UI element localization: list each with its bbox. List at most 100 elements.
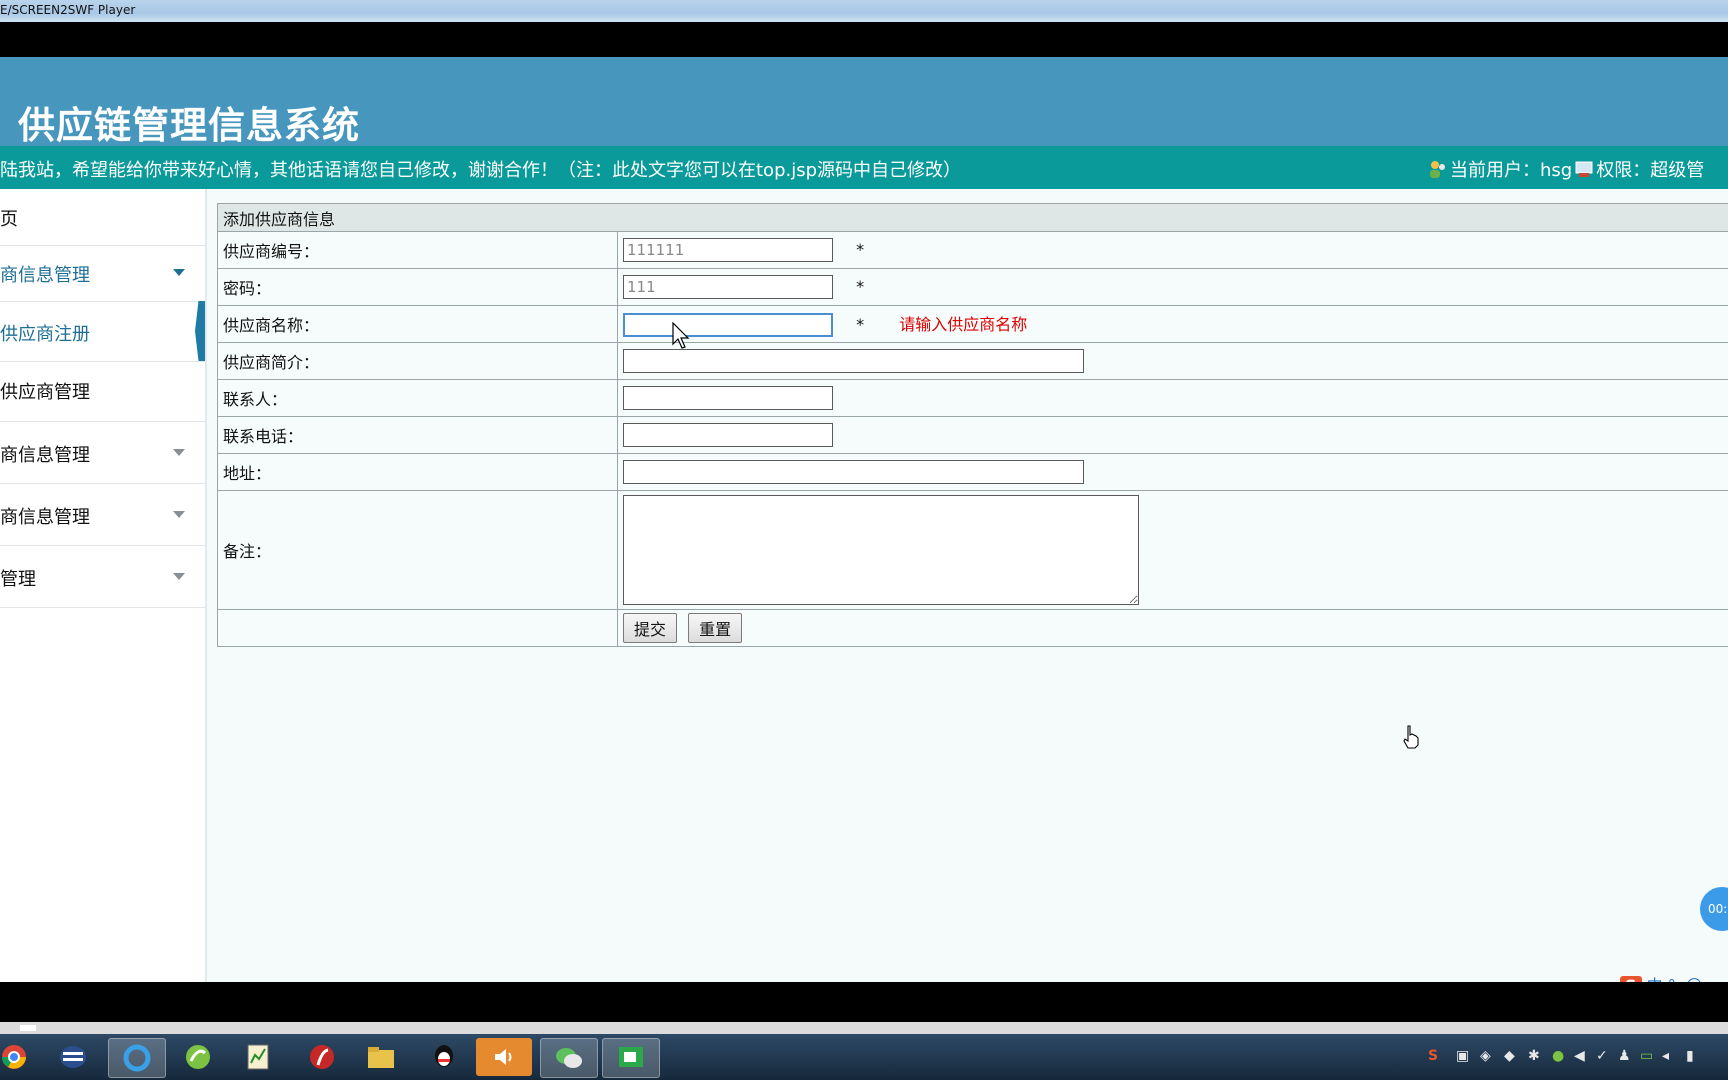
wechat-tray-icon[interactable]: ●: [1552, 1048, 1564, 1064]
taskbar: S ▣ ◈ ◆ ✱ ● ◀ ✓ ♟ ▭ ◂ ▮: [0, 1034, 1728, 1080]
field-cell: *: [617, 231, 1728, 269]
sidebar-item-home[interactable]: 页: [0, 189, 205, 246]
sidebar-item-label: 商信息管理: [0, 265, 90, 286]
letterbox-top: [0, 22, 1728, 57]
sidebar-item-label: 管理: [0, 569, 36, 590]
settings-icon[interactable]: ✱: [1528, 1048, 1540, 1064]
sidebar-item-supplier-manage[interactable]: 供应商管理: [0, 361, 205, 422]
form-row: 备注：: [217, 490, 1728, 610]
field-cell: [617, 379, 1728, 417]
chart-app-icon[interactable]: [230, 1038, 286, 1076]
flash-icon[interactable]: [294, 1038, 350, 1076]
form-row: 供应商简介：: [217, 342, 1728, 380]
chrome-icon[interactable]: [0, 1038, 42, 1076]
hand-cursor-icon: [1403, 725, 1419, 749]
field-label: 密码：: [217, 268, 618, 306]
sidebar-item-label: 页: [0, 209, 18, 230]
wechat-alt-icon[interactable]: [170, 1038, 226, 1076]
address-input[interactable]: [623, 460, 1084, 484]
field-label: 供应商简介：: [217, 342, 618, 380]
flag-icon[interactable]: ◀: [1574, 1048, 1585, 1064]
submit-button[interactable]: 提交: [623, 613, 678, 643]
timer-text: 00:: [1708, 902, 1728, 916]
required-mark: *: [856, 239, 865, 259]
player-progress-thumb[interactable]: [20, 1025, 36, 1031]
show-desktop-icon[interactable]: ▮: [1686, 1048, 1694, 1064]
recording-timer[interactable]: 00:: [1700, 887, 1728, 931]
form-actions-row: 提交 重置: [217, 609, 1728, 647]
supplier-form: 添加供应商信息 供应商编号： * 密码： * 供应商名称：: [217, 203, 1728, 647]
sidebar-item-label: 供应商注册: [0, 324, 90, 345]
remarks-textarea[interactable]: [623, 495, 1139, 605]
supplier-name-input[interactable]: [623, 313, 833, 338]
required-mark: *: [856, 314, 865, 334]
form-title-row: 添加供应商信息: [217, 203, 1728, 232]
active-indicator-icon: [195, 301, 205, 361]
sidebar-item-group-2[interactable]: 商信息管理: [0, 421, 205, 484]
form-table: 添加供应商信息 供应商编号： * 密码： * 供应商名称：: [217, 203, 1728, 647]
qq-icon[interactable]: [416, 1038, 472, 1076]
supplier-id-input[interactable]: [623, 238, 833, 262]
permission-text: 权限：超级管: [1596, 160, 1705, 181]
field-label: 联系电话：: [217, 416, 618, 454]
mouse-pointer-icon: [672, 322, 690, 349]
sidebar-item-supplier-info[interactable]: 商信息管理: [0, 245, 205, 302]
user-info: 当前用户：hsg 权限：超级管: [1428, 156, 1704, 182]
wechat-icon[interactable]: [540, 1038, 598, 1078]
password-input[interactable]: [623, 275, 833, 299]
field-label: 供应商名称：: [217, 305, 618, 343]
screen-recorder-icon[interactable]: [602, 1038, 660, 1078]
chevron-down-icon: [173, 269, 185, 276]
current-user: 当前用户：hsg: [1450, 160, 1573, 181]
sidebar-item-label: 商信息管理: [0, 507, 90, 528]
sidebar-item-group-3[interactable]: 商信息管理: [0, 483, 205, 546]
sidebar-item-supplier-register[interactable]: 供应商注册: [0, 301, 205, 362]
form-row: 联系人：: [217, 379, 1728, 417]
app-title: 供应链管理信息系统: [18, 104, 360, 147]
folder-icon[interactable]: [353, 1038, 409, 1076]
notice-bar: 陆我站，希望能给你带来好心情，其他话语请您自己修改，谢谢合作！（注：此处文字您可…: [0, 146, 1728, 189]
field-cell: [617, 342, 1728, 380]
chevron-down-icon: [173, 449, 185, 456]
form-title: 添加供应商信息: [217, 203, 1728, 232]
audio-icon[interactable]: [476, 1038, 532, 1076]
field-label: 地址：: [217, 453, 618, 491]
player-title-bar: E/SCREEN2SWF Player: [0, 0, 1728, 22]
field-cell: [617, 490, 1728, 610]
volume-icon[interactable]: ◂: [1662, 1048, 1669, 1064]
player-progress-bar[interactable]: [0, 1022, 1728, 1034]
field-label: 联系人：: [217, 379, 618, 417]
player-title: E/SCREEN2SWF Player: [0, 3, 136, 17]
sidebar-item-label: 供应商管理: [0, 382, 90, 403]
chevron-down-icon: [173, 511, 185, 518]
usb-icon[interactable]: ▣: [1456, 1048, 1469, 1064]
field-cell: [617, 416, 1728, 454]
form-row: 供应商编号： *: [217, 231, 1728, 269]
app-header: 供应链管理信息系统: [0, 57, 1728, 147]
contact-person-input[interactable]: [623, 386, 833, 410]
check-icon[interactable]: ✓: [1596, 1048, 1608, 1064]
form-row: 供应商名称： * 请输入供应商名称: [217, 305, 1728, 343]
reset-button[interactable]: 重置: [688, 613, 743, 643]
contact-phone-input[interactable]: [623, 423, 833, 447]
required-mark: *: [856, 276, 865, 296]
shield-icon[interactable]: ◈: [1480, 1048, 1491, 1064]
browser-icon[interactable]: [108, 1038, 166, 1078]
network-icon[interactable]: ◆: [1504, 1048, 1515, 1064]
actions-cell: 提交 重置: [617, 609, 1728, 647]
users-icon: [1430, 161, 1445, 178]
app-viewport: 供应链管理信息系统 陆我站，希望能给你带来好心情，其他话语请您自己修改，谢谢合作…: [0, 57, 1728, 982]
battery-icon[interactable]: ▭: [1640, 1048, 1653, 1064]
field-cell: *: [617, 268, 1728, 306]
validation-error: 请输入供应商名称: [899, 314, 1028, 334]
empty-cell: [217, 609, 618, 647]
permission-icon: [1575, 161, 1593, 177]
qq-tray-icon[interactable]: ♟: [1618, 1048, 1631, 1064]
sidebar-item-group-4[interactable]: 管理: [0, 545, 205, 608]
sidebar-item-label: 商信息管理: [0, 445, 90, 466]
app-window-icon[interactable]: [45, 1038, 101, 1076]
supplier-intro-input[interactable]: [623, 349, 1084, 373]
form-row: 联系电话：: [217, 416, 1728, 454]
field-cell: * 请输入供应商名称: [617, 305, 1728, 343]
sogou-tray-icon[interactable]: S: [1428, 1048, 1438, 1064]
